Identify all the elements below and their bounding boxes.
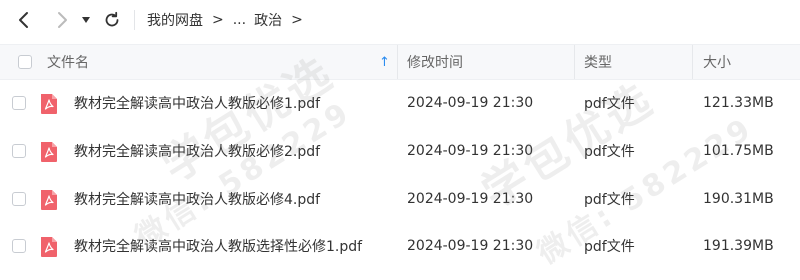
column-divider[interactable] <box>574 45 575 79</box>
pdf-file-icon <box>41 190 57 210</box>
file-type: pdf文件 <box>584 96 635 112</box>
file-name[interactable]: 教材完全解读高中政治人教版必修2.pdf <box>74 127 320 175</box>
breadcrumb-separator: > <box>212 12 224 28</box>
table-row[interactable]: 教材完全解读高中政治人教版选择性必修1.pdf 2024-09-19 21:30… <box>0 222 800 270</box>
column-header-modified[interactable]: 修改时间 <box>407 45 463 79</box>
file-modified: 2024-09-19 21:30 <box>407 238 534 254</box>
file-name[interactable]: 教材完全解读高中政治人教版选择性必修1.pdf <box>74 222 362 270</box>
breadcrumb: 我的网盘 > ... 政治 > <box>147 9 312 31</box>
breadcrumb-root[interactable]: 我的网盘 <box>147 10 203 30</box>
column-divider[interactable] <box>692 45 693 79</box>
sort-arrow-icon[interactable]: ↑ <box>379 45 390 79</box>
row-checkbox[interactable] <box>12 239 26 253</box>
pdf-file-icon <box>41 94 57 114</box>
column-header-size[interactable]: 大小 <box>703 45 731 79</box>
refresh-icon <box>105 11 119 27</box>
table-row[interactable]: 教材完全解读高中政治人教版必修1.pdf 2024-09-19 21:30 pd… <box>0 79 800 127</box>
file-size: 101.75MB <box>703 143 774 159</box>
breadcrumb-separator: > <box>291 12 303 28</box>
breadcrumb-current[interactable]: 政治 <box>254 10 282 30</box>
file-type: pdf文件 <box>584 239 635 255</box>
file-size: 121.33MB <box>703 95 774 111</box>
caret-down-icon <box>82 17 90 23</box>
table-header: 文件名 ↑ 修改时间 类型 大小 <box>0 44 800 80</box>
toolbar: 我的网盘 > ... 政治 > <box>0 0 800 40</box>
breadcrumb-ellipsis[interactable]: ... <box>233 12 246 28</box>
pdf-file-icon <box>41 237 57 257</box>
history-dropdown-button[interactable] <box>78 8 94 32</box>
file-modified: 2024-09-19 21:30 <box>407 143 534 159</box>
column-header-name[interactable]: 文件名 <box>47 45 89 79</box>
file-modified: 2024-09-19 21:30 <box>407 191 534 207</box>
file-name[interactable]: 教材完全解读高中政治人教版必修4.pdf <box>74 175 320 223</box>
chevron-right-icon <box>58 12 67 28</box>
file-modified: 2024-09-19 21:30 <box>407 95 534 111</box>
column-header-type[interactable]: 类型 <box>584 45 612 79</box>
select-all-checkbox[interactable] <box>18 55 32 69</box>
table-row[interactable]: 教材完全解读高中政治人教版必修2.pdf 2024-09-19 21:30 pd… <box>0 127 800 175</box>
toolbar-divider <box>134 10 135 30</box>
file-size: 191.39MB <box>703 238 774 254</box>
table-row[interactable]: 教材完全解读高中政治人教版必修4.pdf 2024-09-19 21:30 pd… <box>0 175 800 223</box>
pdf-file-icon <box>41 142 57 162</box>
file-type: pdf文件 <box>584 192 635 208</box>
row-checkbox[interactable] <box>12 96 26 110</box>
refresh-button[interactable] <box>100 8 124 32</box>
file-type: pdf文件 <box>584 144 635 160</box>
back-button[interactable] <box>12 8 36 32</box>
file-size: 190.31MB <box>703 191 774 207</box>
file-name[interactable]: 教材完全解读高中政治人教版必修1.pdf <box>74 79 320 127</box>
chevron-left-icon <box>19 12 28 28</box>
row-checkbox[interactable] <box>12 144 26 158</box>
column-divider[interactable] <box>397 45 398 79</box>
row-checkbox[interactable] <box>12 192 26 206</box>
forward-button[interactable] <box>50 8 74 32</box>
